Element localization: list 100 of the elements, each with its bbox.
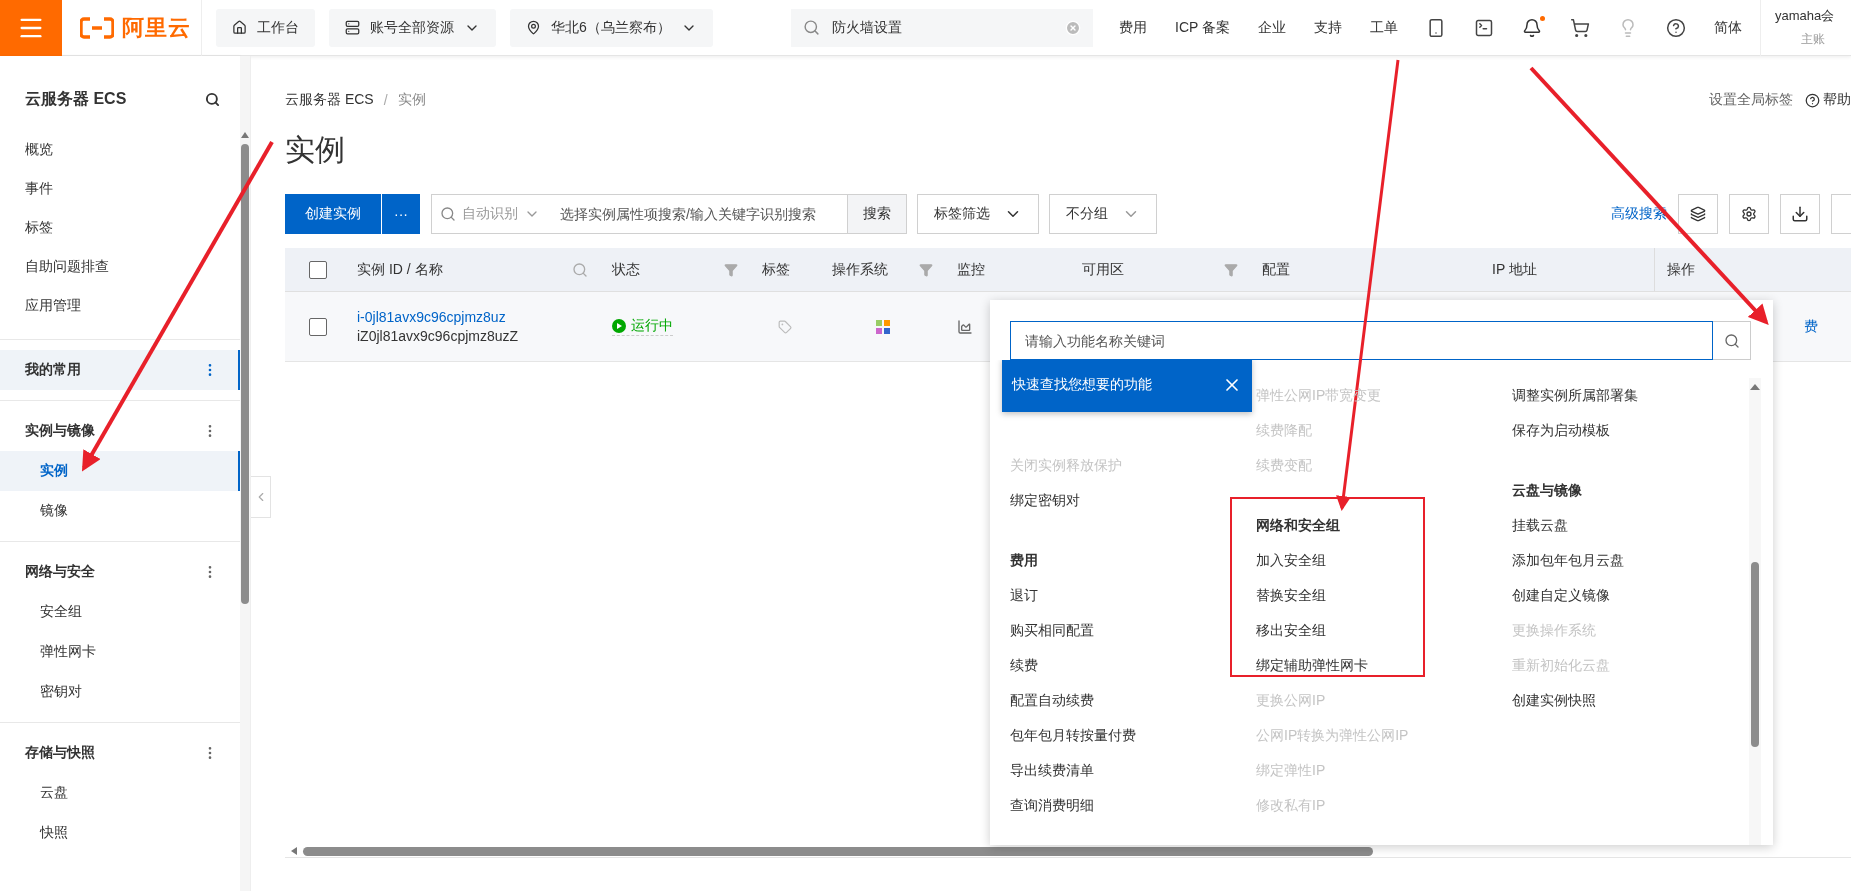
sidebar-section[interactable]: 我的常用 <box>0 350 240 390</box>
global-tags-link[interactable]: 设置全局标签 <box>1709 91 1793 109</box>
nav-button[interactable]: 华北6（乌兰察布） <box>510 8 713 47</box>
settings-icon <box>1741 206 1757 222</box>
cart-icon[interactable] <box>1570 17 1590 38</box>
breadcrumb-link[interactable]: 实例 <box>397 91 426 109</box>
scroll-up-icon[interactable] <box>241 132 249 138</box>
sidebar-section[interactable]: 存储与快照 <box>0 733 240 773</box>
function-item[interactable]: 查询消费明细 <box>1010 788 1094 823</box>
sidebar-item[interactable]: 自助问题排查 <box>0 247 240 286</box>
search-icon <box>803 19 820 36</box>
section-title: 实例与镜像 <box>25 422 95 440</box>
function-item[interactable]: 创建自定义镜像 <box>1512 578 1610 613</box>
breadcrumb-link[interactable]: 云服务器 ECS <box>285 91 374 109</box>
search-button[interactable]: 搜索 <box>847 194 907 234</box>
nav-button[interactable]: 账号全部资源 <box>329 8 496 47</box>
function-item[interactable]: 调整实例所属部署集 <box>1512 378 1638 413</box>
column-header: 标签 <box>762 260 790 279</box>
help-link[interactable]: 帮助 <box>1805 91 1851 109</box>
sidebar-section[interactable]: 网络与安全 <box>0 552 240 592</box>
nav-link[interactable]: 费用 <box>1119 18 1147 37</box>
section-title: 网络与安全 <box>25 563 95 581</box>
function-item[interactable]: 绑定密钥对 <box>1010 483 1080 518</box>
column-header: IP 地址 <box>1492 260 1537 279</box>
group-heading: 费用 <box>1010 551 1039 570</box>
group-heading: 云盘与镜像 <box>1512 481 1583 500</box>
select-all-checkbox[interactable] <box>309 260 327 279</box>
sidebar-item[interactable]: 快照 <box>0 813 240 853</box>
sidebar-item[interactable]: 密钥对 <box>0 672 240 712</box>
search-icon <box>440 206 456 222</box>
nav-link[interactable]: 企业 <box>1258 18 1286 37</box>
function-search-field[interactable]: 请输入功能名称关键词 <box>1010 321 1713 360</box>
sidebar-item[interactable]: 概览 <box>0 130 240 169</box>
search-icon <box>1723 332 1740 349</box>
sidebar-item[interactable]: 弹性网卡 <box>0 632 240 672</box>
function-item[interactable]: 导出续费清单 <box>1010 753 1094 788</box>
help-icon[interactable] <box>1666 17 1686 38</box>
sidebar-item[interactable]: 镜像 <box>0 491 240 531</box>
terminal-icon[interactable] <box>1474 17 1494 38</box>
chart-icon[interactable] <box>957 318 973 335</box>
column-header: 操作系统 <box>832 260 888 279</box>
account-role: 主账 <box>1800 31 1826 48</box>
sidebar-item[interactable]: 事件 <box>0 169 240 208</box>
server-icon <box>345 20 360 35</box>
column-header: 状态 <box>612 260 640 279</box>
function-item[interactable]: 创建实例快照 <box>1512 683 1596 718</box>
search-icon[interactable] <box>205 91 220 107</box>
function-item[interactable]: 保存为启动模板 <box>1512 413 1610 448</box>
function-item[interactable]: 替换安全组 <box>1256 578 1326 613</box>
nav-link[interactable]: 工单 <box>1370 18 1398 37</box>
section-title: 存储与快照 <box>25 744 95 762</box>
play-circle-icon <box>612 319 626 333</box>
function-item[interactable]: 退订 <box>1010 578 1038 613</box>
column-header: 操作 <box>1667 260 1695 279</box>
sidebar-scrollbar[interactable] <box>240 56 250 891</box>
column-header: 实例 ID / 名称 <box>357 260 443 279</box>
menu-button[interactable] <box>0 0 62 56</box>
scroll-left-icon[interactable] <box>291 847 297 855</box>
function-item[interactable]: 配置自动续费 <box>1010 683 1094 718</box>
function-item[interactable]: 移出安全组 <box>1256 613 1326 648</box>
function-item[interactable]: 包年包月转按量付费 <box>1010 718 1136 753</box>
grouping-dropdown[interactable]: 不分组 <box>1049 194 1157 234</box>
function-item[interactable]: 续费 <box>1010 648 1038 683</box>
more-button[interactable]: ··· <box>382 194 420 234</box>
row-checkbox[interactable] <box>309 317 327 336</box>
function-item[interactable]: 挂载云盘 <box>1512 508 1568 543</box>
nav-link[interactable]: 支持 <box>1314 18 1342 37</box>
download-button[interactable] <box>1780 194 1820 234</box>
tag-filter-dropdown[interactable]: 标签筛选 <box>917 194 1039 234</box>
instance-name: iZ0jl81avx9c96cpjmz8uzZ <box>357 328 519 344</box>
function-item[interactable]: 添加包年包月云盘 <box>1512 543 1624 578</box>
layers-icon <box>1690 206 1706 222</box>
settings-button[interactable] <box>1729 194 1769 234</box>
search-field[interactable]: 防火墙设置 <box>791 8 1093 47</box>
function-item[interactable]: 绑定辅助弹性网卡 <box>1256 648 1368 683</box>
function-item[interactable]: 购买相同配置 <box>1010 613 1094 648</box>
bell-icon[interactable] <box>1522 17 1542 38</box>
sidebar-item[interactable]: 应用管理 <box>0 286 240 325</box>
nav-link[interactable]: ICP 备案 <box>1175 18 1230 37</box>
user-name[interactable]: yamaha会 <box>1775 7 1851 25</box>
sidebar-title: 云服务器 ECS <box>25 88 127 109</box>
search-button[interactable] <box>1713 321 1751 360</box>
search-input[interactable]: 防火墙设置 <box>830 18 1055 37</box>
sidebar-item[interactable]: 安全组 <box>0 592 240 632</box>
sidebar-item[interactable]: 标签 <box>0 208 240 247</box>
instance-id-link[interactable]: i-0jl81avx9c96cpjmz8uz <box>357 309 506 325</box>
nav-button[interactable]: 工作台 <box>216 8 315 47</box>
phone-icon[interactable] <box>1426 17 1446 38</box>
section-title: 我的常用 <box>25 361 81 379</box>
page-title: 实例 <box>285 132 346 168</box>
popup-scrollbar[interactable] <box>1749 378 1761 845</box>
language-link[interactable]: 简体 <box>1714 18 1742 37</box>
create-instance-button[interactable]: 创建实例 <box>285 194 381 234</box>
os-logo-icon <box>874 318 891 335</box>
function-item[interactable]: 加入安全组 <box>1256 543 1326 578</box>
sidebar-item[interactable]: 实例 <box>0 451 240 491</box>
sidebar-section[interactable]: 实例与镜像 <box>0 411 240 451</box>
help-icon <box>1805 92 1820 108</box>
layers-button[interactable] <box>1678 194 1718 234</box>
sidebar-item[interactable]: 云盘 <box>0 773 240 813</box>
